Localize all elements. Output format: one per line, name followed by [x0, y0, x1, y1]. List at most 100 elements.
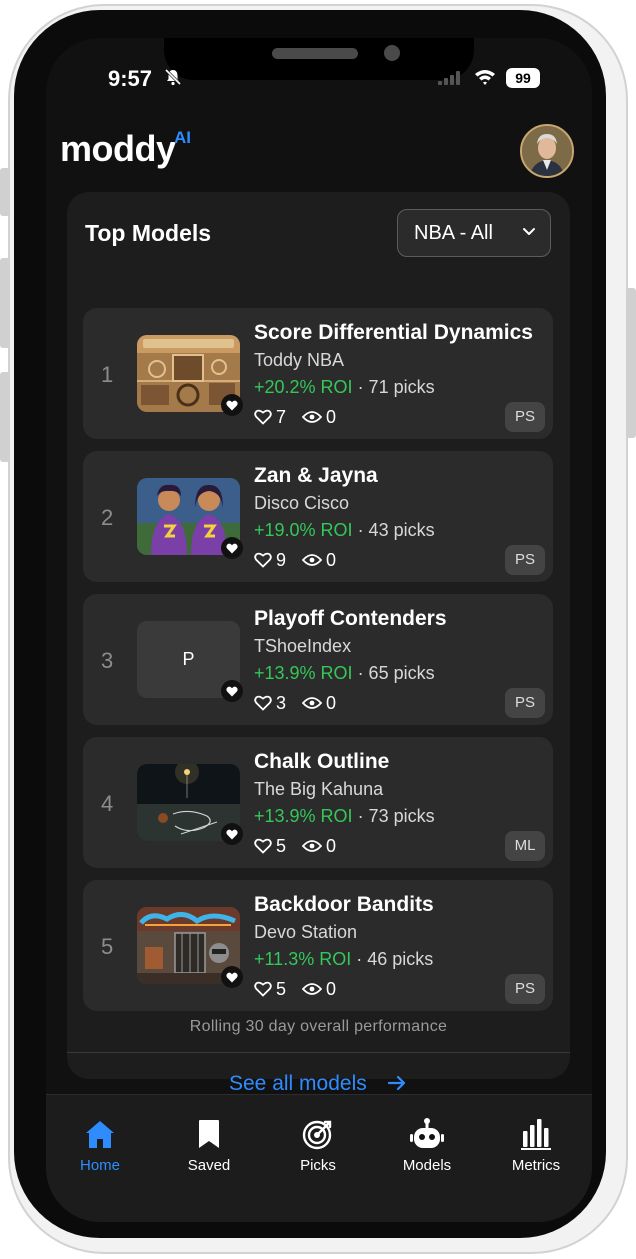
favorite-badge [221, 680, 243, 702]
model-performance: +13.9% ROI · 65 picks [254, 663, 435, 684]
bell-slash-icon [164, 68, 182, 86]
model-author: The Big Kahuna [254, 779, 384, 799]
cellular-signal-icon [438, 71, 460, 85]
model-roi: +11.3% ROI [254, 949, 352, 969]
heart-filled-icon [226, 400, 238, 411]
model-name: Chalk Outline [254, 750, 390, 773]
section-title: Top Models [85, 220, 212, 246]
avatar[interactable] [520, 124, 574, 178]
wifi-icon [475, 70, 495, 85]
heart-filled-icon [226, 829, 238, 840]
league-filter-value: NBA - All [414, 222, 493, 244]
top-models-panel: Top Models NBA - All 1 Score Differentia… [67, 192, 570, 1095]
view-count: 0 [326, 693, 337, 713]
model-picks: · 73 picks [352, 806, 435, 826]
volume-down-button [0, 372, 10, 462]
battery-indicator: 99 [506, 68, 540, 88]
model-name: Zan & Jayna [254, 464, 378, 487]
model-rank: 2 [101, 505, 114, 530]
model-card[interactable]: 2 Zan & Jayna Disco Cisco +19.0% ROI · 4… [83, 451, 553, 582]
silent-switch [0, 168, 10, 216]
model-name: Playoff Contenders [254, 607, 447, 630]
favorite-badge [221, 394, 243, 416]
tab-saved[interactable]: Saved [159, 1117, 259, 1174]
see-all-models-link[interactable]: See all models [229, 1072, 367, 1096]
front-camera [384, 45, 400, 61]
home-icon [86, 1121, 114, 1148]
bet-type-badge: ML [505, 831, 545, 861]
model-card[interactable]: 4 Chalk Outline The Big Kahuna +13.9% RO… [83, 737, 553, 868]
bet-type-badge: PS [505, 974, 545, 1004]
eye-icon [302, 983, 322, 995]
heart-filled-icon [226, 972, 238, 983]
model-card[interactable]: 1 Score Differential Dynamics Toddy NBA … [83, 308, 553, 439]
model-author: TShoeIndex [254, 636, 352, 656]
performance-footnote: Rolling 30 day overall performance [189, 1018, 448, 1035]
favorite-badge [221, 823, 243, 845]
model-author: Devo Station [254, 922, 358, 942]
model-rank: 1 [101, 362, 114, 387]
heart-filled-icon [226, 686, 238, 697]
eye-icon [302, 554, 322, 566]
heart-outline-icon[interactable] [254, 695, 272, 711]
tab-label: Saved [187, 1157, 231, 1174]
tab-metrics[interactable]: Metrics [486, 1117, 586, 1174]
league-filter-dropdown[interactable]: NBA - All [397, 209, 551, 257]
tab-home[interactable]: Home [50, 1117, 150, 1174]
model-roi: +13.9% ROI [254, 663, 353, 683]
like-count: 5 [276, 836, 287, 856]
view-count: 0 [326, 407, 337, 427]
model-roi: +13.9% ROI [254, 806, 353, 826]
favorite-badge [221, 966, 243, 988]
tab-models[interactable]: Models [377, 1117, 477, 1174]
model-name: Score Differential Dynamics [254, 321, 533, 344]
model-rank: 5 [101, 934, 114, 959]
model-author: Toddy NBA [254, 350, 345, 370]
target-icon [302, 1120, 332, 1150]
tab-label: Picks [300, 1157, 336, 1174]
model-card[interactable]: 5 Backdoor Bandits Devo Station +11.3% R… [83, 880, 553, 1011]
view-count: 0 [326, 979, 337, 999]
model-picks: · 46 picks [351, 949, 434, 969]
heart-outline-icon[interactable] [254, 981, 272, 997]
model-author: Disco Cisco [254, 493, 350, 513]
like-count: 5 [276, 979, 287, 999]
bar-chart-icon [521, 1119, 551, 1150]
tab-picks[interactable]: Picks [268, 1117, 368, 1174]
heart-outline-icon[interactable] [254, 552, 272, 568]
bet-type-badge: PS [505, 688, 545, 718]
app-logo: moddy [60, 128, 176, 169]
status-time: 9:57 [108, 66, 153, 91]
heart-outline-icon[interactable] [254, 838, 272, 854]
model-performance: +20.2% ROI · 71 picks [254, 377, 435, 398]
bottom-tab-bar: Home Saved Picks Models Metrics [46, 1094, 592, 1222]
divider [67, 1052, 570, 1053]
robot-icon [410, 1118, 444, 1148]
app-screen: 9:57 99 moddy AI Top Models NBA - All 1 … [46, 38, 592, 1222]
model-picks: · 65 picks [352, 663, 435, 683]
model-rank: 3 [101, 648, 114, 673]
notch [164, 38, 474, 80]
app-logo-superscript: AI [174, 128, 191, 147]
eye-icon [302, 411, 322, 423]
model-picks: · 71 picks [352, 377, 435, 397]
chevron-down-icon [523, 228, 535, 235]
model-performance: +13.9% ROI · 73 picks [254, 806, 435, 827]
speaker [272, 48, 358, 59]
model-picks: · 43 picks [352, 520, 435, 540]
profile-photo-icon [522, 126, 572, 176]
model-performance: +19.0% ROI · 43 picks [254, 520, 435, 541]
model-name: Backdoor Bandits [254, 893, 434, 916]
tab-label: Models [402, 1157, 452, 1174]
bookmark-icon [199, 1120, 219, 1148]
model-rank: 4 [101, 791, 114, 816]
bet-type-badge: PS [505, 545, 545, 575]
view-count: 0 [326, 836, 337, 856]
model-roi: +19.0% ROI [254, 520, 353, 540]
like-count: 9 [276, 550, 287, 570]
heart-outline-icon[interactable] [254, 409, 272, 425]
model-card[interactable]: 3 P Playoff Contenders TShoeIndex +13.9%… [83, 594, 553, 725]
power-button [626, 288, 636, 438]
eye-icon [302, 840, 322, 852]
arrow-right-icon[interactable] [387, 1074, 407, 1092]
